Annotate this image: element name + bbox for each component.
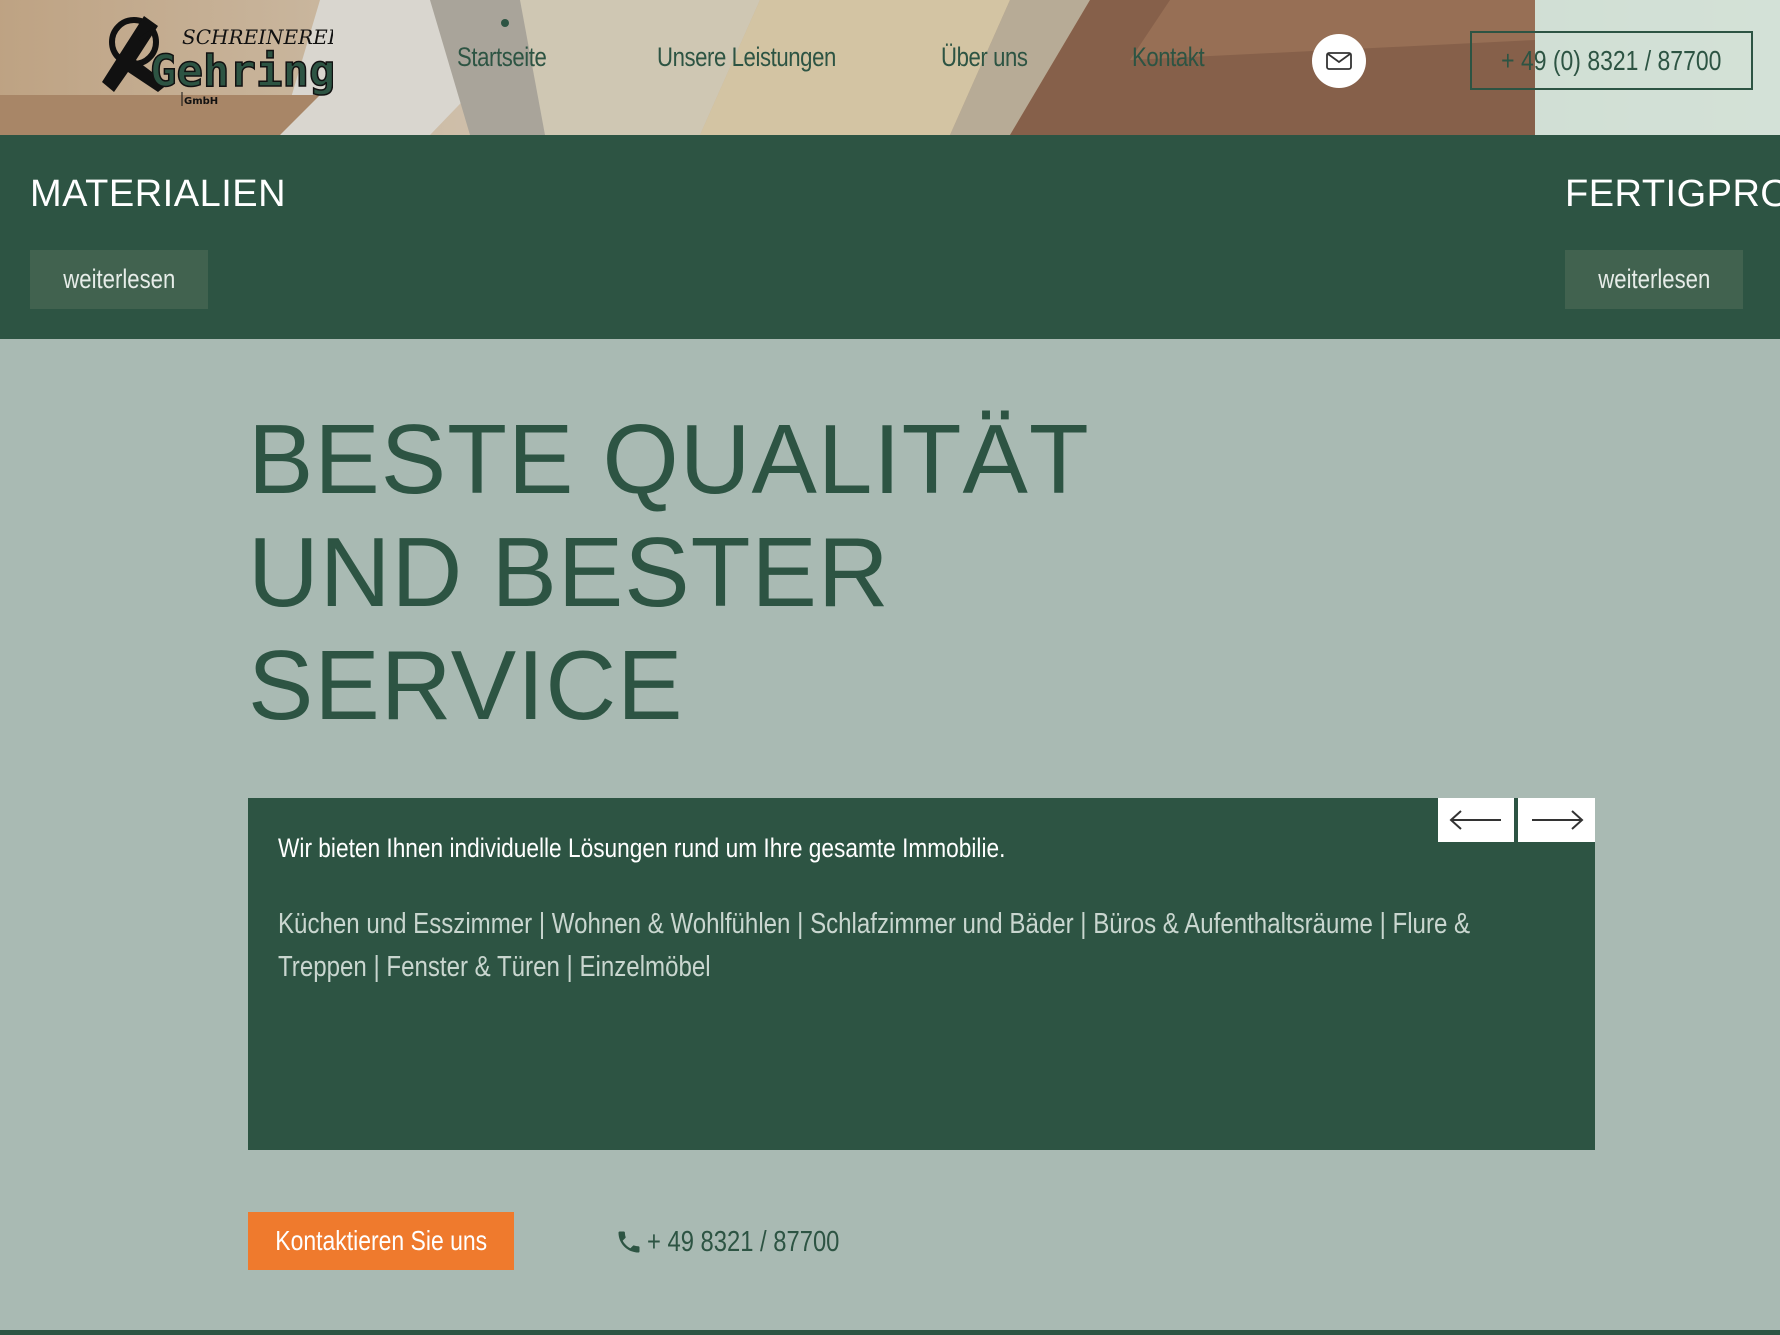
main-navigation: Startseite Unsere Leistungen Über uns Ko… (0, 0, 1780, 135)
mail-button[interactable] (1312, 34, 1366, 88)
contact-us-button[interactable]: Kontaktieren Sie uns (248, 1212, 514, 1270)
hero-title: BESTE QUALITÄT UND BESTER SERVICE (248, 403, 1148, 742)
nav-item-ueber-uns[interactable]: Über uns (941, 42, 1028, 73)
contact-us-label: Kontaktieren Sie uns (275, 1225, 487, 1256)
hero-title-line: BESTE QUALITÄT (248, 404, 1090, 514)
mail-icon (1326, 52, 1352, 70)
slider-prev-button[interactable] (1438, 798, 1514, 842)
category-band: MATERIALIEN weiterlesen FERTIGPRODUKTE w… (0, 135, 1780, 339)
site-header: SCHREINEREI Gehring GmbH Startseite Unse… (0, 0, 1780, 135)
arrow-left-icon (1449, 810, 1501, 830)
category-title-materialien: MATERIALIEN (30, 173, 287, 215)
header-phone-button[interactable]: + 49 (0) 8321 / 87700 (1470, 31, 1753, 90)
category-read-more-label: weiterlesen (1597, 264, 1710, 294)
hero-title-line: UND BESTER (248, 517, 890, 627)
hero-title-line: SERVICE (248, 630, 684, 740)
category-read-more-button[interactable]: weiterlesen (1565, 250, 1743, 309)
services-slider: Wir bieten Ihnen individuelle Lösungen r… (248, 798, 1595, 1150)
category-title-fertigprodukte: FERTIGPRODUKTE (1565, 173, 1780, 215)
category-read-more-label: weiterlesen (62, 264, 175, 294)
nav-item-leistungen[interactable]: Unsere Leistungen (657, 42, 836, 73)
cta-phone-number: + 49 8321 / 87700 (647, 1225, 840, 1258)
cta-phone-link[interactable]: + 49 8321 / 87700 (615, 1220, 882, 1264)
category-read-more-button[interactable]: weiterlesen (30, 250, 208, 309)
arrow-right-icon (1531, 810, 1583, 830)
header-phone-label: + 49 (0) 8321 / 87700 (1501, 44, 1722, 76)
nav-item-kontakt[interactable]: Kontakt (1132, 42, 1205, 73)
nav-item-startseite[interactable]: Startseite (457, 42, 547, 73)
phone-icon (618, 1231, 640, 1253)
page-bottom-border (0, 1330, 1780, 1335)
active-nav-indicator (501, 19, 509, 27)
slider-next-button[interactable] (1518, 798, 1595, 842)
services-lead: Wir bieten Ihnen individuelle Lösungen r… (278, 833, 1006, 863)
services-list: Küchen und Esszimmer | Wohnen & Wohlfühl… (278, 908, 1471, 983)
